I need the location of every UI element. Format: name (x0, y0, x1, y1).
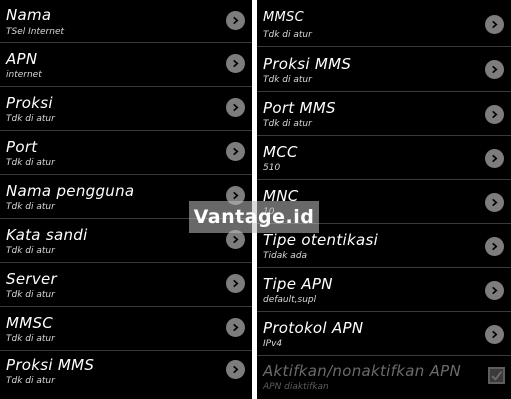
field-title: Tipe otentikasi (263, 231, 379, 249)
apn-enable-toggle-row[interactable]: Aktifkan/nonaktifkan APN APN diaktifkan (257, 356, 511, 399)
chevron-right-icon (226, 54, 245, 73)
field-title: Nama (6, 6, 52, 24)
field-value: 510 (263, 163, 281, 173)
chevron-right-icon (485, 60, 504, 79)
apn-field-server[interactable]: Server Tdk di atur (0, 263, 252, 307)
field-title: Port MMS (263, 99, 336, 117)
apn-settings-list-right: MMSC Tdk di atur Proksi MMS Tdk di atur … (257, 0, 511, 399)
chevron-right-icon (226, 274, 245, 293)
field-value: internet (6, 70, 42, 80)
chevron-right-icon (485, 237, 504, 256)
apn-settings-list-left: Nama TSel Internet APN internet Proksi T… (0, 0, 252, 399)
chevron-right-icon (226, 360, 245, 379)
apn-enable-checkbox[interactable] (488, 367, 505, 384)
field-title: Proksi (6, 94, 53, 112)
chevron-right-icon (485, 325, 504, 344)
field-title: Proksi MMS (6, 356, 95, 374)
field-title: Proksi MMS (263, 55, 352, 73)
field-title: Server (6, 270, 57, 288)
field-value: TSel Internet (6, 27, 65, 37)
apn-field-name[interactable]: Nama TSel Internet (0, 0, 252, 43)
apn-field-port[interactable]: Port Tdk di atur (0, 131, 252, 175)
field-value: default,supl (263, 295, 317, 305)
field-value: Tidak ada (263, 251, 308, 261)
apn-field-proxy[interactable]: Proksi Tdk di atur (0, 87, 252, 131)
apn-field-mcc[interactable]: MCC 510 (257, 136, 511, 180)
apn-field-apn-type[interactable]: Tipe APN default,supl (257, 268, 511, 312)
apn-field-mms-proxy[interactable]: Proksi MMS Tdk di atur (0, 351, 252, 399)
field-value: Tdk di atur (263, 75, 312, 85)
chevron-right-icon (485, 149, 504, 168)
apn-field-mms-port[interactable]: Port MMS Tdk di atur (257, 92, 511, 136)
checkmark-icon (491, 371, 503, 381)
chevron-right-icon (485, 193, 504, 212)
apn-field-mmsc[interactable]: MMSC Tdk di atur (257, 0, 511, 47)
field-title: MMSC (263, 10, 304, 25)
field-value: Tdk di atur (6, 202, 55, 212)
field-value: Tdk di atur (6, 158, 55, 168)
field-title: APN (6, 50, 38, 68)
field-title: Kata sandi (6, 226, 88, 244)
chevron-right-icon (226, 142, 245, 161)
field-value: Tdk di atur (6, 114, 55, 124)
chevron-right-icon (226, 318, 245, 337)
field-title: MCC (263, 143, 298, 161)
apn-field-mms-proxy[interactable]: Proksi MMS Tdk di atur (257, 47, 511, 92)
field-value: Tdk di atur (6, 376, 55, 386)
field-title: Port (6, 138, 38, 156)
field-title: Tipe APN (263, 275, 333, 293)
field-title: Nama pengguna (6, 182, 135, 200)
chevron-right-icon (485, 105, 504, 124)
watermark: Vantage.id (189, 201, 319, 233)
chevron-right-icon (485, 15, 504, 34)
chevron-right-icon (226, 11, 245, 30)
chevron-right-icon (485, 281, 504, 300)
apn-field-mmsc[interactable]: MMSC Tdk di atur (0, 307, 252, 351)
field-value: Tdk di atur (263, 119, 312, 129)
toggle-summary: APN diaktifkan (263, 382, 329, 392)
field-value: IPv4 (263, 339, 283, 349)
toggle-title: Aktifkan/nonaktifkan APN (263, 362, 461, 380)
field-value: Tdk di atur (6, 246, 55, 256)
field-value: Tdk di atur (6, 290, 55, 300)
field-title: MMSC (6, 314, 54, 332)
apn-field-apn-protocol[interactable]: Protokol APN IPv4 (257, 312, 511, 356)
apn-field-apn[interactable]: APN internet (0, 43, 252, 87)
chevron-right-icon (226, 98, 245, 117)
field-title: Protokol APN (263, 319, 364, 337)
field-value: Tdk di atur (6, 334, 55, 344)
field-value: Tdk di atur (263, 30, 312, 40)
